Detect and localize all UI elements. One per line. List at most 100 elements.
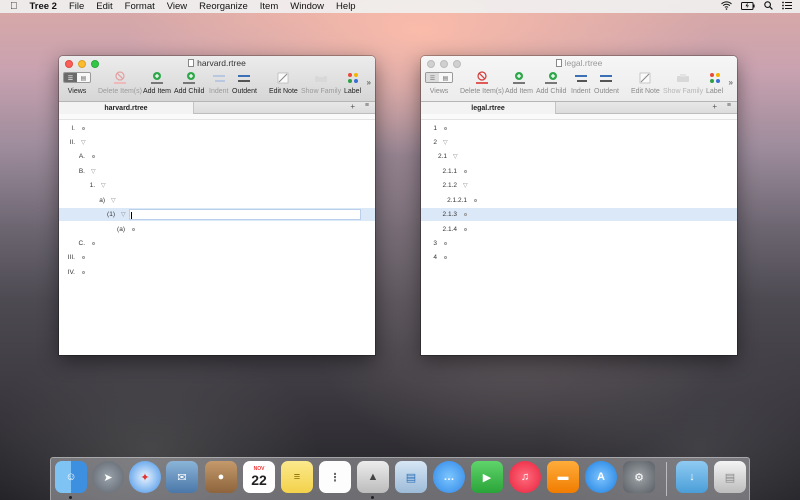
outline-row[interactable]: a) ▽ (59, 194, 375, 207)
outline-row[interactable]: 2.1.2 ▽ (421, 179, 737, 192)
title-bar[interactable]: legal.rtree ☰ ▤ Views Delete Item(s) Add … (421, 56, 737, 102)
tree-icon[interactable]: ▲ (357, 461, 389, 493)
edit-note-button[interactable]: Edit Note (631, 70, 660, 95)
bullet-icon[interactable] (82, 271, 85, 274)
add-item-button[interactable]: Add Item (143, 70, 171, 95)
downloads-folder-icon[interactable]: ↓ (676, 461, 708, 493)
preview-icon[interactable]: ▤ (395, 461, 427, 493)
toolbar-overflow-button[interactable]: » (729, 78, 733, 87)
disclosure-triangle-icon[interactable]: ▽ (453, 153, 458, 160)
safari-icon[interactable]: ✦ (129, 461, 161, 493)
facetime-icon[interactable]: ▶ (471, 461, 503, 493)
add-child-button[interactable]: Add Child (536, 70, 566, 95)
bullet-icon[interactable] (464, 213, 467, 216)
calendar-icon[interactable]: NOV 22 (243, 461, 275, 493)
delete-items-button[interactable]: Delete Item(s) (98, 70, 142, 95)
outline-row[interactable]: 2.1.2.1 (421, 194, 737, 207)
notification-center-icon[interactable] (782, 1, 792, 12)
mail-icon[interactable]: ✉ (166, 461, 198, 493)
disclosure-triangle-icon[interactable]: ▽ (81, 139, 86, 146)
search-icon[interactable] (764, 1, 773, 12)
bullet-icon[interactable] (92, 242, 95, 245)
app-store-icon[interactable]: A (585, 461, 617, 493)
bullet-icon[interactable] (82, 127, 85, 130)
apple-menu-icon[interactable]:  (10, 1, 18, 12)
outline-row[interactable]: (1) ▽ (59, 208, 375, 221)
system-preferences-icon[interactable]: ⚙ (623, 461, 655, 493)
add-child-button[interactable]: Add Child (174, 70, 204, 95)
outline-row[interactable]: 2.1.1 (421, 165, 737, 178)
itunes-icon[interactable]: ♫ (509, 461, 541, 493)
ibooks-icon[interactable]: ▬ (547, 461, 579, 493)
launchpad-icon[interactable]: ➤ (92, 461, 124, 493)
bullet-icon[interactable] (444, 127, 447, 130)
edit-note-button[interactable]: Edit Note (269, 70, 298, 95)
tab-menu-icon[interactable]: ≡ (727, 102, 731, 109)
disclosure-triangle-icon[interactable]: ▽ (111, 197, 116, 204)
messages-icon[interactable]: … (433, 461, 465, 493)
outline-row[interactable]: 2.1.4 (421, 223, 737, 236)
outline-row[interactable]: 1. ▽ (59, 179, 375, 192)
menu-reorganize[interactable]: Reorganize (199, 1, 248, 12)
app-menu[interactable]: Tree 2 (30, 1, 57, 12)
item-text-field[interactable] (129, 209, 361, 220)
disclosure-triangle-icon[interactable]: ▽ (443, 139, 448, 146)
bullet-icon[interactable] (444, 242, 447, 245)
disclosure-triangle-icon[interactable]: ▽ (463, 182, 468, 189)
indent-button[interactable]: Indent (571, 70, 590, 95)
show-family-button[interactable]: Show Family (663, 70, 703, 95)
outline-row[interactable]: 2.1.3 (421, 208, 737, 221)
tab-legal[interactable]: legal.rtree (421, 102, 556, 114)
bullet-icon[interactable] (464, 170, 467, 173)
wifi-icon[interactable] (721, 1, 732, 12)
outline-row[interactable]: III. (59, 251, 375, 264)
menu-file[interactable]: File (69, 1, 84, 12)
bullet-icon[interactable] (82, 256, 85, 259)
outline-row[interactable]: IV. (59, 266, 375, 279)
outline-row[interactable]: A. (59, 150, 375, 163)
bullet-icon[interactable] (444, 256, 447, 259)
add-item-button[interactable]: Add Item (505, 70, 533, 95)
menu-view[interactable]: View (167, 1, 187, 12)
list-view-icon[interactable]: ▤ (439, 73, 452, 82)
show-family-button[interactable]: Show Family (301, 70, 341, 95)
menu-edit[interactable]: Edit (96, 1, 112, 12)
label-button[interactable]: Label (344, 70, 361, 95)
outdent-button[interactable]: Outdent (594, 70, 619, 95)
reminders-icon[interactable]: ⋮ (319, 461, 351, 493)
disclosure-triangle-icon[interactable]: ▽ (121, 211, 126, 218)
outline-row[interactable]: II. ▽ (59, 136, 375, 149)
menu-format[interactable]: Format (125, 1, 155, 12)
outline-row[interactable]: B. ▽ (59, 165, 375, 178)
outline-row[interactable]: I. (59, 122, 375, 135)
bullet-icon[interactable] (474, 199, 477, 202)
outline-row[interactable]: 1 (421, 122, 737, 135)
outdent-button[interactable]: Outdent (232, 70, 257, 95)
new-tab-button[interactable]: + (350, 102, 355, 111)
title-bar[interactable]: harvard.rtree ☰ ▤ Views Delete Item(s) Ad… (59, 56, 375, 102)
outline-row[interactable]: (a) (59, 223, 375, 236)
notes-icon[interactable]: ≡ (281, 461, 313, 493)
contacts-icon[interactable]: ● (205, 461, 237, 493)
disclosure-triangle-icon[interactable]: ▽ (101, 182, 106, 189)
outline-row[interactable]: 2.1 ▽ (421, 150, 737, 163)
tab-harvard[interactable]: harvard.rtree (59, 102, 194, 114)
views-button[interactable]: ☰ ▤ Views (425, 70, 453, 95)
outline-row[interactable]: 2 ▽ (421, 136, 737, 149)
trash-icon[interactable]: ▤ (714, 461, 746, 493)
toolbar-overflow-button[interactable]: » (367, 78, 371, 87)
outline-view-icon[interactable]: ☰ (64, 73, 77, 82)
indent-button[interactable]: Indent (209, 70, 228, 95)
list-view-icon[interactable]: ▤ (77, 73, 90, 82)
label-button[interactable]: Label (706, 70, 723, 95)
delete-items-button[interactable]: Delete Item(s) (460, 70, 504, 95)
disclosure-triangle-icon[interactable]: ▽ (91, 168, 96, 175)
bullet-icon[interactable] (132, 228, 135, 231)
menu-window[interactable]: Window (290, 1, 324, 12)
bullet-icon[interactable] (464, 228, 467, 231)
menu-help[interactable]: Help (336, 1, 356, 12)
bullet-icon[interactable] (92, 155, 95, 158)
battery-icon[interactable] (741, 1, 755, 12)
menu-item[interactable]: Item (260, 1, 278, 12)
outline-row[interactable]: 4 (421, 251, 737, 264)
